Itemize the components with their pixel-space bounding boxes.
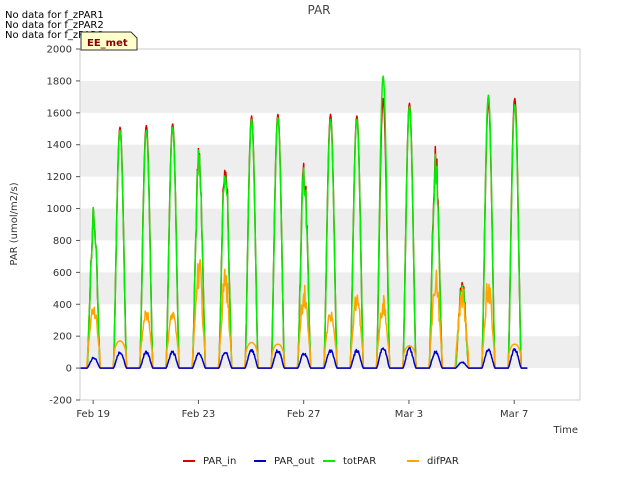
y-tick-label: 1800 — [47, 76, 72, 87]
y-tick-label: 2000 — [47, 45, 72, 56]
y-tick-label: 1400 — [47, 140, 72, 151]
y-tick-label: 1600 — [47, 108, 72, 119]
x-tick-label: Feb 19 — [76, 409, 110, 420]
ee-met-badge: EE_met — [80, 31, 138, 51]
x-axis-title: Time — [553, 425, 578, 436]
x-tick-label: Feb 27 — [287, 409, 321, 420]
y-tick-label: 1200 — [47, 172, 72, 183]
x-axis: Feb 19 Feb 23 Feb 27 Mar 3 Mar 7 — [76, 400, 528, 420]
y-axis-title: PAR (umol/m2/s) — [9, 182, 20, 265]
y-tick-label: 600 — [53, 268, 72, 279]
x-tick-label: Mar 3 — [395, 409, 423, 420]
legend-label: difPAR — [427, 456, 459, 467]
y-axis: -200 0 200 400 600 800 1000 1200 1400 1600 1800 200… — [47, 45, 80, 407]
y-tick-label: -200 — [49, 396, 72, 407]
legend-item-PAR_out: PAR_out — [254, 456, 315, 467]
grid-band — [80, 144, 580, 177]
legend-item-totPAR: totPAR — [323, 456, 376, 467]
y-tick-label: 1000 — [47, 204, 72, 215]
grid-band — [80, 272, 580, 305]
badge-label: EE_met — [87, 38, 128, 49]
legend-label: totPAR — [343, 456, 376, 467]
grid-band — [80, 208, 580, 241]
x-tick-label: Feb 23 — [182, 409, 216, 420]
legend-label: PAR_out — [274, 456, 315, 467]
chart-title: PAR — [307, 3, 330, 17]
x-tick-label: Mar 7 — [500, 409, 528, 420]
y-tick-label: 200 — [53, 332, 72, 343]
y-tick-label: 400 — [53, 300, 72, 311]
legend-label: PAR_in — [203, 456, 236, 467]
grid-band — [80, 80, 580, 113]
legend-item-PAR_in: PAR_in — [183, 456, 236, 467]
legend-item-difPAR: difPAR — [407, 456, 459, 467]
y-tick-label: 0 — [66, 364, 72, 375]
par-chart: -200 0 200 400 600 800 1000 1200 1400 1600 1800 200… — [5, 3, 581, 467]
legend: PAR_in PAR_out totPAR difPAR — [183, 456, 459, 467]
y-tick-label: 800 — [53, 236, 72, 247]
